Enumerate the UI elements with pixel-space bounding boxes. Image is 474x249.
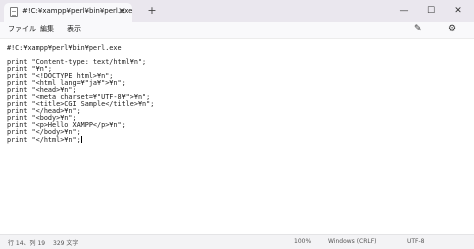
title-bar: #!C:¥xampp¥perl¥bin¥perl.exe ✕ + — ☐ ✕ <box>0 0 474 22</box>
status-bar: 行 14、列 19 329 文字 100% Windows (CRLF) UTF… <box>0 234 474 249</box>
notepad-window: #!C:¥xampp¥perl¥bin¥perl.exe ✕ + — ☐ ✕ フ… <box>0 0 474 249</box>
new-tab-button[interactable]: + <box>145 4 159 18</box>
menu-edit[interactable]: 編集 <box>40 24 54 34</box>
cursor-position: 行 14、列 19 <box>8 240 46 247</box>
document-icon <box>10 7 18 17</box>
text-caret <box>80 136 82 143</box>
maximize-button[interactable]: ☐ <box>421 3 441 19</box>
close-window-button[interactable]: ✕ <box>448 3 468 19</box>
menu-file[interactable]: ファイル <box>8 24 36 34</box>
code-line-last: print "</html>¥n"; <box>7 136 82 144</box>
menu-view[interactable]: 表示 <box>67 24 81 34</box>
code-line-text: print "</html>¥n"; <box>7 136 81 144</box>
line-ending[interactable]: Windows (CRLF) <box>328 238 377 245</box>
spellcheck-icon[interactable]: ✎ <box>414 23 432 36</box>
menu-bar: ファイル 編集 表示 ✎ ⚙ <box>0 22 474 38</box>
text-editor[interactable]: #!C:¥xampp¥perl¥bin¥perl.exe print "Cont… <box>0 38 474 235</box>
code-line: print "</body>¥n"; <box>7 128 81 136</box>
zoom-level[interactable]: 100% <box>294 238 311 245</box>
file-tab[interactable]: #!C:¥xampp¥perl¥bin¥perl.exe ✕ <box>4 3 132 22</box>
code-line: #!C:¥xampp¥perl¥bin¥perl.exe <box>7 44 122 52</box>
encoding[interactable]: UTF-8 <box>407 238 425 245</box>
character-count: 329 文字 <box>53 240 79 247</box>
settings-gear-icon[interactable]: ⚙ <box>448 23 460 36</box>
tab-close-icon[interactable]: ✕ <box>116 5 128 19</box>
minimize-button[interactable]: — <box>394 3 414 19</box>
